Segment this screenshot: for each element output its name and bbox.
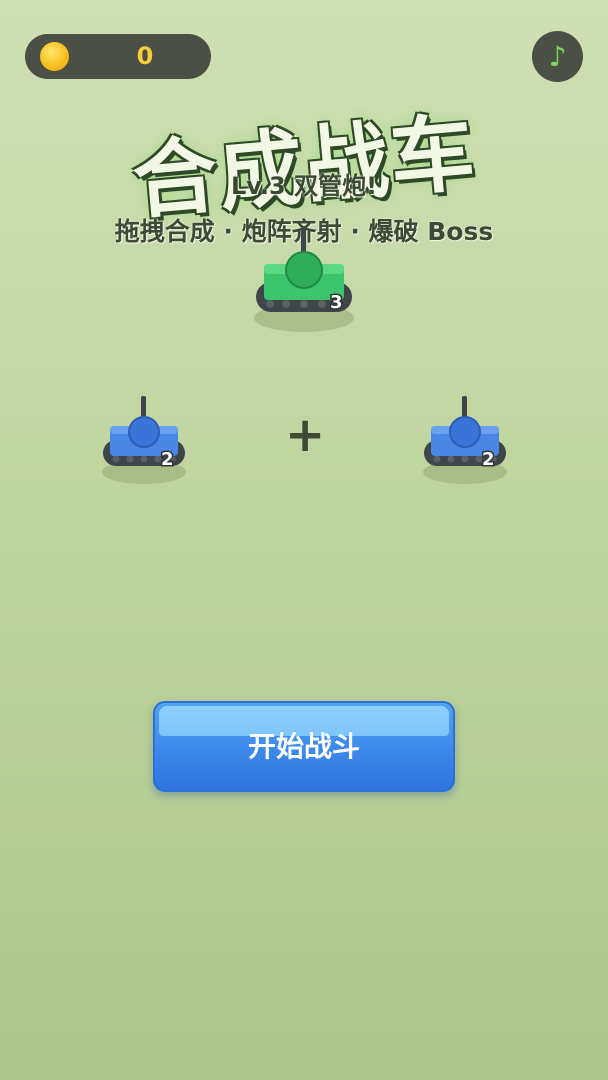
- left-tank-level: 2: [161, 449, 174, 470]
- level-label: Lv.3 双管炮!: [230, 172, 378, 200]
- music-toggle-button[interactable]: ♪: [532, 31, 583, 82]
- gold-coin-icon: [40, 42, 69, 71]
- coin-counter: 0: [25, 34, 211, 79]
- start-battle-label: 开始战斗: [247, 730, 360, 763]
- plus-icon: +: [285, 407, 326, 463]
- left-tank[interactable]: 2: [98, 396, 190, 488]
- result-tank: 3: [254, 228, 354, 332]
- result-tank-level: 3: [330, 292, 343, 313]
- right-tank-level: 2: [482, 449, 495, 470]
- music-note-icon: ♪: [548, 40, 567, 73]
- coin-count: 0: [136, 42, 154, 70]
- right-tank[interactable]: 2: [419, 396, 511, 488]
- start-battle-button[interactable]: 开始战斗: [153, 701, 455, 792]
